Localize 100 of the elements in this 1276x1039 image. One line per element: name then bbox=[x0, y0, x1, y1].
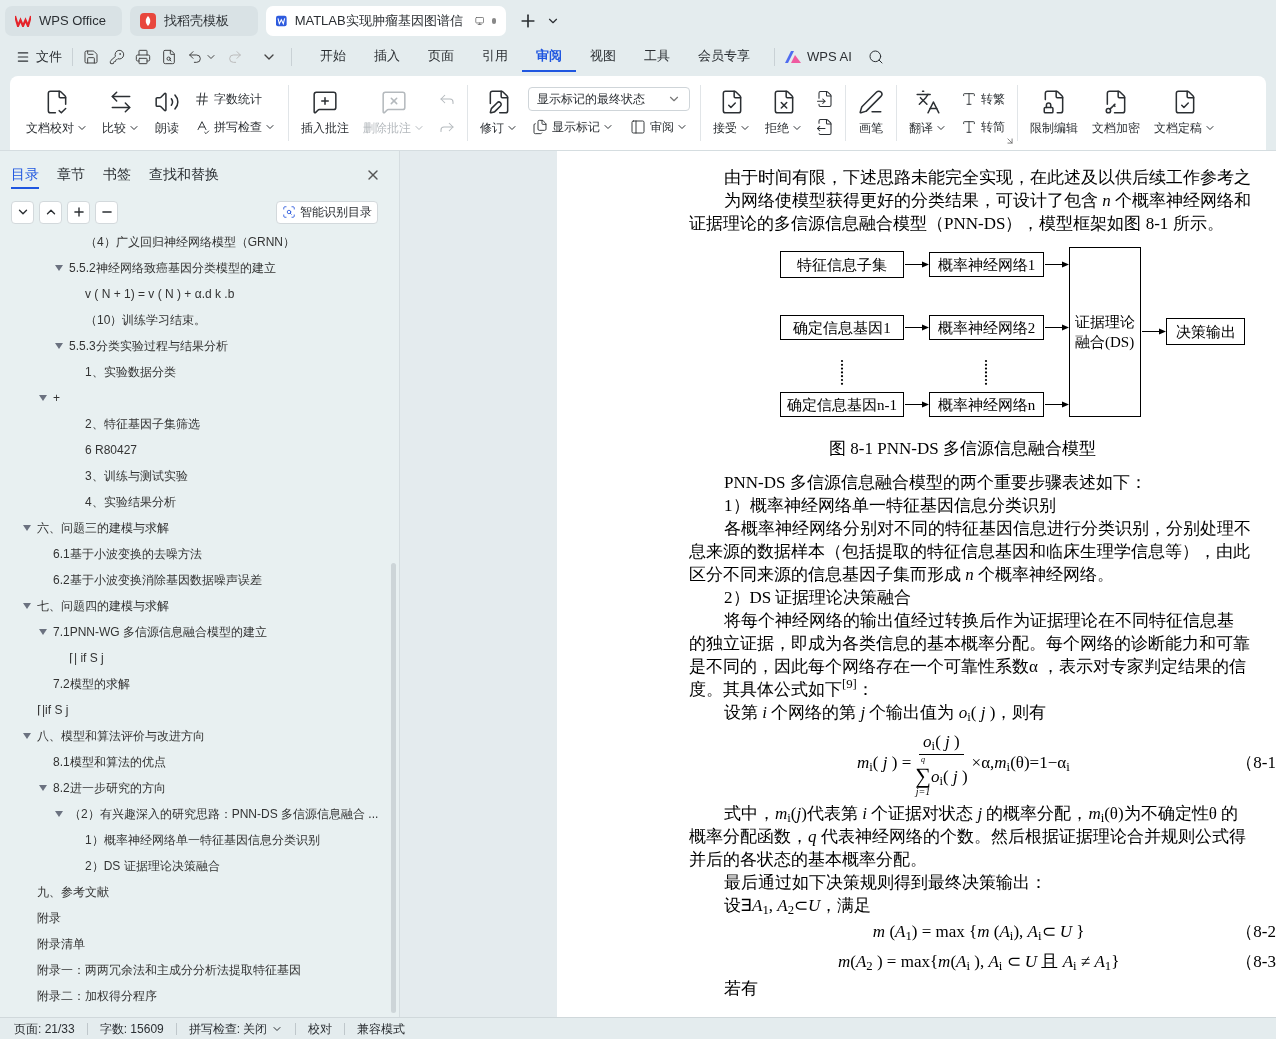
template-logo-icon bbox=[140, 13, 156, 29]
expanded-triangle-icon[interactable] bbox=[23, 524, 31, 532]
ribbon-button[interactable]: 接受 bbox=[709, 83, 755, 143]
toc-entry[interactable]: （10）训练学习结束。 bbox=[85, 311, 207, 329]
expand-down-button[interactable] bbox=[11, 200, 34, 224]
ribbon-button[interactable]: 文档加密 bbox=[1088, 83, 1144, 143]
toc-entry[interactable]: 7.2模型的求解 bbox=[53, 675, 130, 693]
markup-select[interactable]: 显示标记的最终状态 bbox=[528, 87, 690, 111]
promote-plus-button[interactable] bbox=[67, 200, 90, 224]
toc-entry[interactable]: 6 R80427 bbox=[85, 441, 138, 459]
ribbon-tab[interactable]: 工具 bbox=[630, 42, 684, 72]
toc-entry[interactable]: 7.1PNN-WG 多信源信息融合模型的建立 bbox=[53, 623, 267, 641]
ribbon-button[interactable]: 朗读 bbox=[150, 83, 184, 143]
expanded-triangle-icon[interactable] bbox=[55, 264, 63, 272]
expanded-triangle-icon[interactable] bbox=[23, 602, 31, 610]
toc-entry[interactable]: 5.5.2神经网络致癌基因分类模型的建立 bbox=[69, 259, 276, 277]
diagram-node: 概率神经网络n bbox=[929, 392, 1044, 417]
toc-entry[interactable]: 附录清单 bbox=[37, 935, 85, 953]
toc-entry[interactable]: 附录一：两两冗余法和主成分分析法提取特征基因 bbox=[37, 961, 301, 979]
document-tab[interactable]: WPS Office bbox=[5, 6, 122, 36]
ribbon-button[interactable]: 画笔 bbox=[854, 83, 888, 143]
print-preview-icon[interactable] bbox=[161, 49, 177, 65]
ribbon-button[interactable]: 文档定稿 bbox=[1150, 83, 1220, 143]
ribbon-tab[interactable]: 插入 bbox=[360, 42, 414, 72]
sidebar-tab[interactable]: 查找和替换 bbox=[149, 161, 219, 189]
scrollbar-thumb[interactable] bbox=[391, 563, 396, 1013]
dialog-launcher-icon[interactable] bbox=[1005, 136, 1015, 146]
sidebar-tab[interactable]: 章节 bbox=[57, 161, 85, 189]
ribbon-small-button[interactable]: 转简 bbox=[957, 115, 1009, 139]
toc-entry[interactable]: 1、实验数据分类 bbox=[85, 363, 176, 381]
expanded-triangle-icon[interactable] bbox=[23, 732, 31, 740]
key-icon[interactable] bbox=[109, 49, 125, 65]
expanded-triangle-icon[interactable] bbox=[39, 784, 47, 792]
expanded-triangle-icon[interactable] bbox=[55, 342, 63, 350]
undo-icon[interactable] bbox=[187, 49, 203, 65]
toc-entry[interactable]: 九、参考文献 bbox=[37, 883, 109, 901]
toc-entry[interactable]: （2）有兴趣深入的研究思路：PNN-DS 多信源信息融合 ... bbox=[69, 805, 379, 823]
ribbon-button[interactable]: 限制编辑 bbox=[1026, 83, 1082, 143]
ribbon-small-button[interactable]: 审阅 bbox=[626, 115, 692, 139]
collapse-up-button[interactable] bbox=[39, 200, 62, 224]
document-tab[interactable]: MATLAB实现肿瘤基因图谱信 bbox=[266, 6, 506, 36]
toc-entry[interactable]: 六、问题三的建模与求解 bbox=[37, 519, 169, 537]
ribbon-small-button[interactable]: 字数统计 bbox=[190, 87, 280, 111]
toc-entry[interactable]: （4）广义回归神经网络模型（GRNN） bbox=[85, 233, 295, 251]
status-item: 兼容模式 bbox=[357, 1020, 406, 1038]
ribbon-button[interactable]: 修订 bbox=[476, 83, 522, 143]
toc-entry[interactable]: 3、训练与测试实验 bbox=[85, 467, 188, 485]
arrow bbox=[1142, 328, 1166, 335]
arrow bbox=[905, 324, 929, 331]
ribbon-small-button[interactable]: 拼写检查 bbox=[190, 115, 280, 139]
toc-entry[interactable]: 附录二：加权得分程序 bbox=[37, 987, 157, 1005]
toc-entry[interactable]: 八、模型和算法评价与改进方向 bbox=[37, 727, 205, 745]
smart-toc-button[interactable]: 智能识别目录 bbox=[276, 200, 378, 224]
toc-entry[interactable]: 5.5.3分类实验过程与结果分析 bbox=[69, 337, 228, 355]
toc-entry[interactable]: 6.1基于小波变换的去噪方法 bbox=[53, 545, 202, 563]
toc-entry[interactable]: 1）概率神经网络单一特征基因信息分类识别 bbox=[85, 831, 320, 849]
ribbon-button[interactable]: 文档校对 bbox=[22, 83, 92, 143]
expanded-triangle-icon[interactable] bbox=[39, 628, 47, 636]
toc-entry[interactable]: 8.1模型和算法的优点 bbox=[53, 753, 166, 771]
search-icon[interactable] bbox=[867, 49, 884, 65]
ribbon-small-button[interactable]: 转繁 bbox=[957, 87, 1009, 111]
ribbon-button[interactable]: 插入批注 bbox=[297, 83, 353, 143]
ribbon-tab[interactable]: 页面 bbox=[414, 42, 468, 72]
toc-entry[interactable]: 七、问题四的建模与求解 bbox=[37, 597, 169, 615]
diagram-node: 决策输出 bbox=[1166, 318, 1245, 345]
save-icon[interactable] bbox=[83, 49, 99, 65]
number-icon bbox=[194, 91, 210, 107]
ribbon-tab[interactable]: 会员专享 bbox=[684, 42, 764, 72]
print-icon[interactable] bbox=[135, 49, 151, 65]
ribbon-small-button[interactable]: 显示标记 bbox=[528, 115, 618, 139]
diagram-node: 证据理论融合(DS) bbox=[1069, 247, 1141, 417]
toc-entry[interactable]: 4、实验结果分析 bbox=[85, 493, 176, 511]
demote-minus-button[interactable] bbox=[95, 200, 118, 224]
ribbon-tab[interactable]: 引用 bbox=[468, 42, 522, 72]
wps-ai-button[interactable]: WPS AI bbox=[785, 47, 852, 67]
toc-entry[interactable]: v ( N + 1) = v ( N ) + α.d k .b bbox=[85, 285, 235, 303]
ribbon-tab[interactable]: 审阅 bbox=[522, 42, 576, 72]
sidebar-tab[interactable]: 目录 bbox=[11, 161, 39, 189]
toc-entry[interactable]: 2）DS 证据理论决策融合 bbox=[85, 857, 220, 875]
toc-entry[interactable]: ⌈|if S j bbox=[37, 701, 69, 719]
toc-entry[interactable]: ⌈| if S j bbox=[69, 649, 104, 667]
arrow bbox=[1045, 324, 1069, 331]
toc-entry[interactable]: 8.2进一步研究的方向 bbox=[53, 779, 166, 797]
toc-entry[interactable]: 附录 bbox=[37, 909, 61, 927]
status-item[interactable]: 拼写检查: 关闭 bbox=[188, 1019, 284, 1038]
expanded-triangle-icon[interactable] bbox=[55, 810, 63, 818]
promote-plus-icon bbox=[71, 205, 86, 219]
ribbon-button[interactable]: 比较 bbox=[98, 83, 144, 143]
ribbon-button[interactable]: 翻译 bbox=[905, 83, 951, 143]
expanded-triangle-icon[interactable] bbox=[39, 394, 47, 402]
toc-entry[interactable]: 6.2基于小波变换消除基因数据噪声误差 bbox=[53, 571, 262, 589]
ribbon-button[interactable]: 拒绝 bbox=[761, 83, 807, 143]
text-line: 区分不同来源的信息基因子集而形成 n 个概率神经网络。 bbox=[689, 563, 1114, 586]
file-menu[interactable]: 文件 bbox=[16, 47, 62, 67]
ribbon-tab[interactable]: 开始 bbox=[306, 42, 360, 72]
toc-entry[interactable]: 2、特征基因子集筛选 bbox=[85, 415, 200, 433]
toc-entry[interactable]: + bbox=[53, 389, 60, 407]
ribbon-tab[interactable]: 视图 bbox=[576, 42, 630, 72]
sidebar-tab[interactable]: 书签 bbox=[103, 161, 131, 189]
document-tab[interactable]: 找稻壳模板 bbox=[130, 6, 258, 36]
